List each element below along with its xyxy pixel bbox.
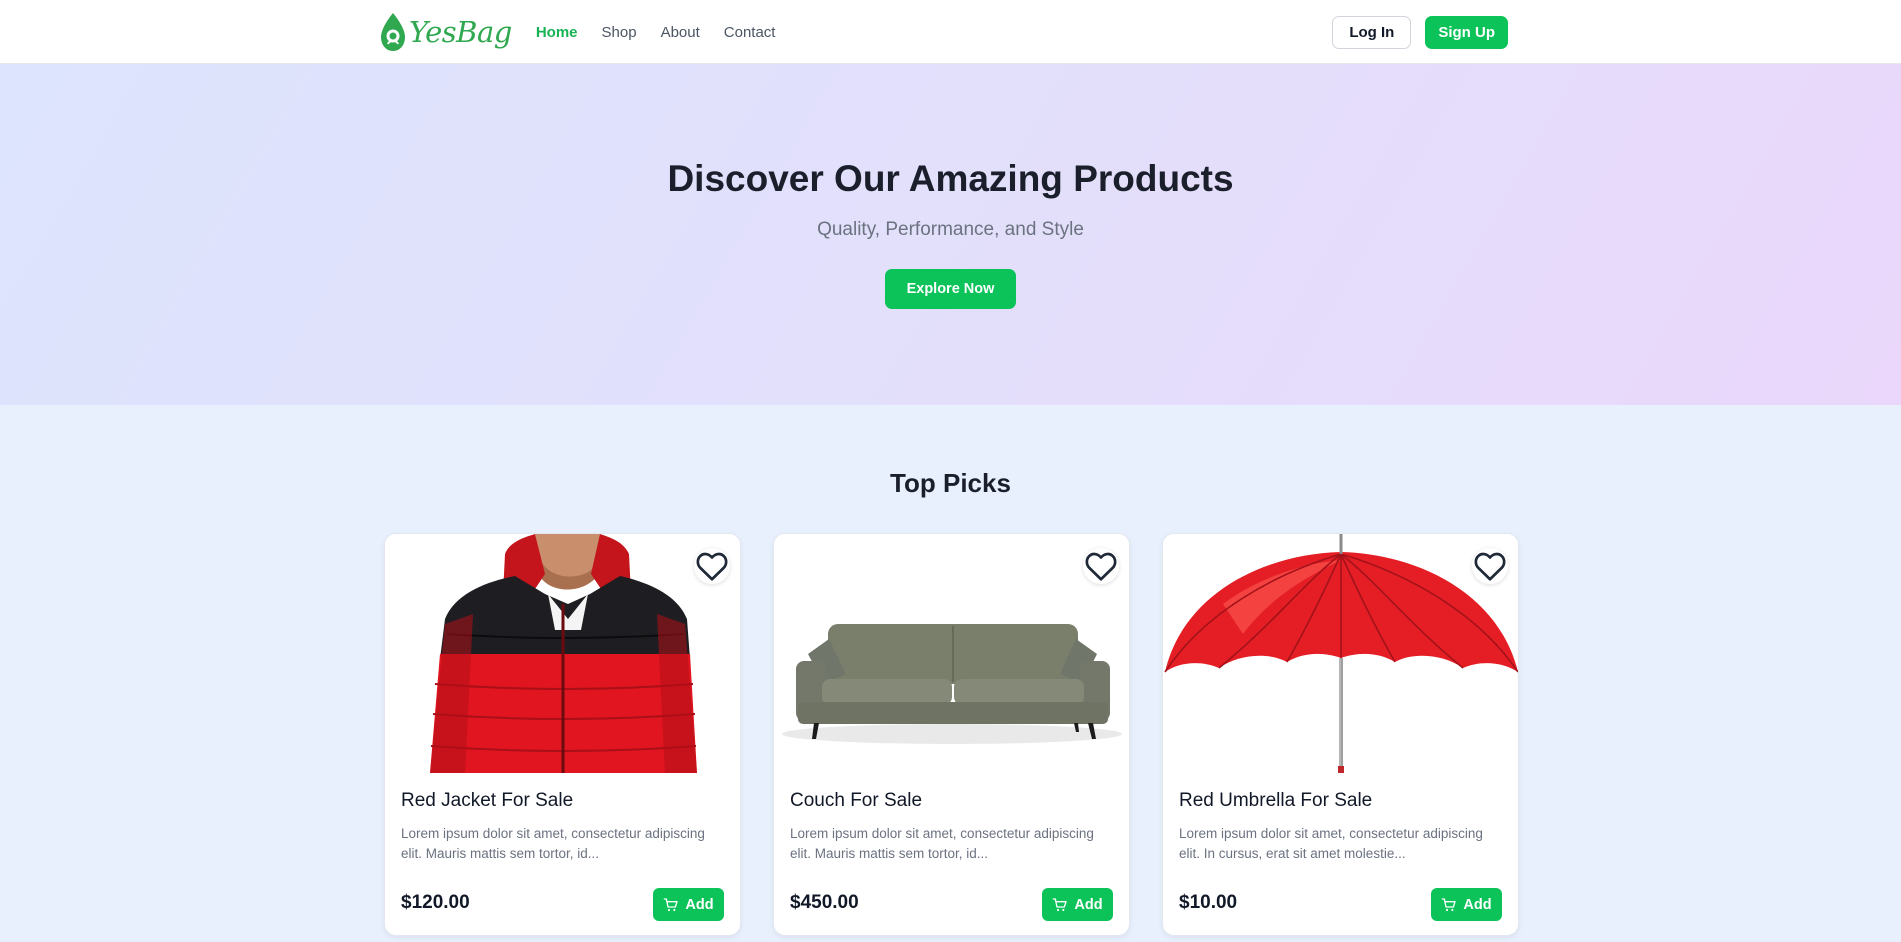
product-price: $450.00 [790,892,859,913]
product-description: Lorem ipsum dolor sit amet, consectetur … [401,826,705,861]
product-title[interactable]: Red Umbrella For Sale [1179,790,1372,812]
nav-item-about[interactable]: About [661,24,700,41]
add-to-cart-button[interactable]: Add [653,888,724,921]
nav-item-shop[interactable]: Shop [602,24,637,41]
red-umbrella-image [1163,534,1518,773]
product-card-red-jacket[interactable]: Red Jacket For Sale Lorem ipsum dolor si… [384,533,741,936]
product-title[interactable]: Couch For Sale [790,790,922,812]
hero-title: Discover Our Amazing Products [667,158,1234,199]
auth-actions: Log In Sign Up [1332,15,1508,49]
brand-name: YesBag [409,15,512,49]
login-button[interactable]: Log In [1332,15,1412,49]
nav-item-home[interactable]: Home [536,24,578,41]
explore-now-button[interactable]: Explore Now [885,269,1016,309]
section-title: Top Picks [890,468,1011,498]
cart-icon [1053,897,1068,911]
product-card-couch[interactable]: Couch For Sale Lorem ipsum dolor sit ame… [773,533,1130,936]
add-label: Add [685,896,714,913]
product-image-couch[interactable] [774,534,1129,773]
cart-icon [1442,897,1457,911]
red-jacket-image [385,534,740,773]
product-image-red-jacket[interactable] [385,534,740,773]
product-image-red-umbrella[interactable] [1163,534,1518,773]
add-label: Add [1463,896,1492,913]
site-header: YesBag Home Shop About Contact Log In Si… [0,0,1901,64]
hero-banner: Discover Our Amazing Products Quality, P… [0,64,1901,405]
header-container: YesBag Home Shop About Contact Log In Si… [378,0,1508,64]
product-price: $120.00 [401,892,470,913]
cart-icon [664,897,679,911]
favorite-button[interactable] [1083,548,1119,584]
add-to-cart-button[interactable]: Add [1431,888,1502,921]
product-title[interactable]: Red Jacket For Sale [401,790,573,812]
brand-logo[interactable]: YesBag [378,0,512,64]
heart-icon [1085,552,1117,581]
grey-couch-image [774,534,1129,773]
heart-icon [696,552,728,581]
nav-item-contact[interactable]: Contact [724,24,776,41]
favorite-button[interactable] [694,548,730,584]
product-description: Lorem ipsum dolor sit amet, consectetur … [790,826,1094,861]
signup-button[interactable]: Sign Up [1425,15,1508,49]
favorite-button[interactable] [1472,548,1508,584]
product-price: $10.00 [1179,892,1238,913]
product-description: Lorem ipsum dolor sit amet, consectetur … [1179,826,1483,861]
add-to-cart-button[interactable]: Add [1042,888,1113,921]
bag-logo-icon [381,13,405,51]
heart-icon [1474,552,1506,581]
product-card-red-umbrella[interactable]: Red Umbrella For Sale Lorem ipsum dolor … [1162,533,1519,936]
main-nav: Home Shop About Contact [536,24,776,41]
add-label: Add [1074,896,1103,913]
hero-subtitle: Quality, Performance, and Style [817,219,1084,240]
